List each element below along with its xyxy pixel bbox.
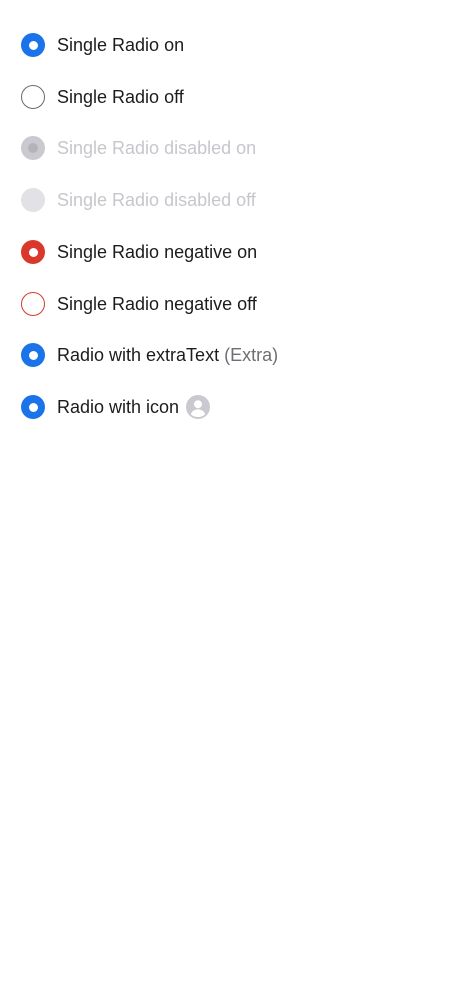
radio-button-disabled-off xyxy=(21,188,45,212)
radio-negative-off[interactable]: Single Radio negative off xyxy=(21,290,257,318)
radio-button-negative-off[interactable] xyxy=(21,292,45,316)
radio-button-on[interactable] xyxy=(21,395,45,419)
radio-label: Radio with extraText xyxy=(57,344,220,365)
radio-button-disabled-on xyxy=(21,136,45,160)
radio-label: Single Radio on xyxy=(57,34,185,55)
radio-with-icon[interactable]: Radio with icon xyxy=(21,393,211,421)
radio-dot xyxy=(28,143,38,153)
user-avatar-icon xyxy=(186,395,211,419)
radio-label: Single Radio negative on xyxy=(57,241,258,262)
radio-label: Single Radio off xyxy=(57,86,184,107)
radio-disabled-off: Single Radio disabled off xyxy=(21,186,256,214)
radio-disabled-on: Single Radio disabled on xyxy=(21,134,256,162)
radio-button-negative-on[interactable] xyxy=(21,240,45,264)
radio-single-off[interactable]: Single Radio off xyxy=(21,83,184,111)
radio-button-on[interactable] xyxy=(21,33,45,57)
radio-dot xyxy=(28,402,38,412)
radio-list: Single Radio on Single Radio off Single … xyxy=(0,0,461,1000)
radio-label: Single Radio disabled on xyxy=(57,137,257,158)
radio-extra-text: (Extra) xyxy=(224,344,279,365)
radio-dot xyxy=(28,350,38,360)
radio-with-extra-text[interactable]: Radio with extraText (Extra) xyxy=(21,341,278,369)
radio-negative-on[interactable]: Single Radio negative on xyxy=(21,238,257,266)
radio-single-on[interactable]: Single Radio on xyxy=(21,31,184,59)
radio-dot xyxy=(28,247,38,257)
radio-label: Radio with icon xyxy=(57,396,180,417)
radio-button-on[interactable] xyxy=(21,343,45,367)
radio-dot xyxy=(28,40,38,50)
radio-button-off[interactable] xyxy=(21,85,45,109)
radio-label: Single Radio disabled off xyxy=(57,189,256,210)
radio-label: Single Radio negative off xyxy=(57,293,257,314)
